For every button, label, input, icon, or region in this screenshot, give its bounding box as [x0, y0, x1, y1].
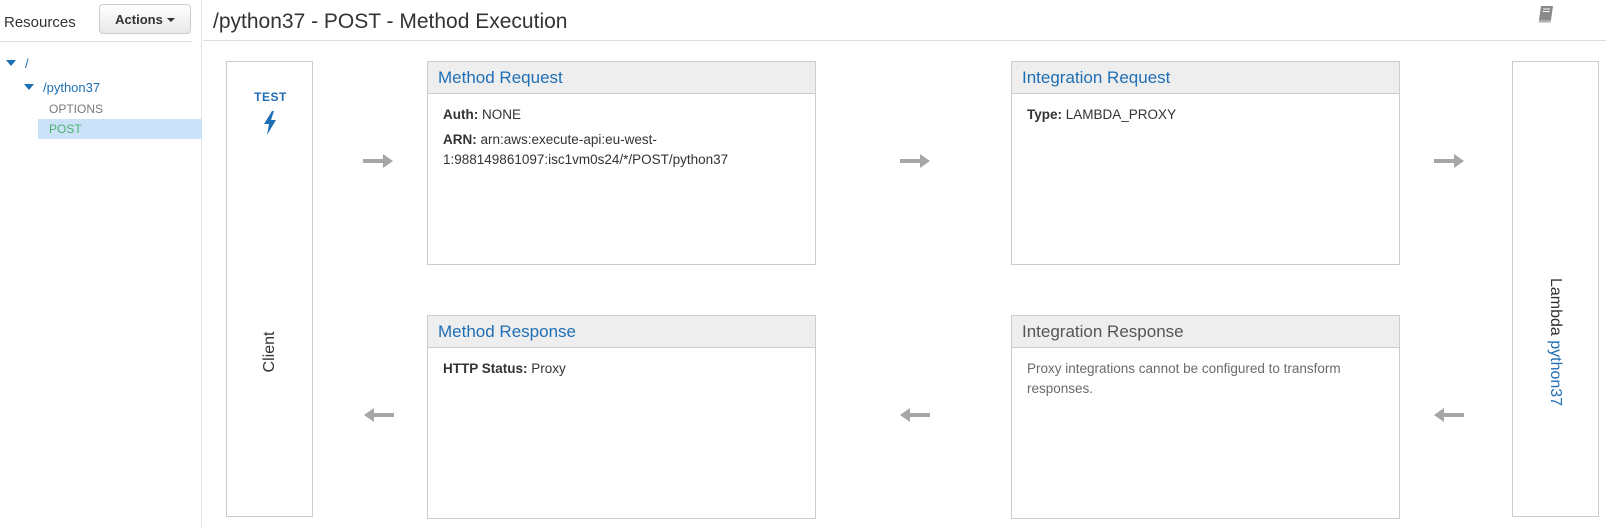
method-response-title[interactable]: Method Response [428, 316, 815, 348]
lambda-prefix: Lambda [1547, 277, 1564, 336]
client-panel: TEST Client [226, 61, 313, 517]
page-title: /python37 - POST - Method Execution [213, 10, 568, 33]
client-label: Client [261, 331, 278, 373]
integration-response-title: Integration Response [1012, 316, 1399, 348]
expand-triangle-icon[interactable] [24, 84, 34, 90]
arn-row: ARN: arn:aws:execute-api:eu-west-1:98814… [443, 130, 800, 170]
auth-row: Auth: NONE [443, 105, 800, 125]
tree-method-post[interactable]: POST [38, 119, 202, 139]
arrow-right-icon [363, 154, 393, 168]
http-status-key: HTTP Status: [443, 361, 528, 376]
method-response-panel: Method Response HTTP Status: Proxy [427, 315, 816, 519]
integration-response-panel: Integration Response Proxy integrations … [1011, 315, 1400, 519]
tree-item-root[interactable]: / [6, 53, 29, 73]
lambda-panel: Lambda python37 [1512, 61, 1599, 517]
arrow-right-icon [900, 154, 930, 168]
method-request-title[interactable]: Method Request [428, 62, 815, 94]
auth-value: NONE [482, 107, 522, 122]
expand-triangle-icon[interactable] [6, 60, 16, 66]
title-divider [203, 40, 1606, 41]
tree-item-root-label[interactable]: / [25, 56, 29, 71]
arn-value: arn:aws:execute-api:eu-west-1:9881498610… [443, 132, 729, 167]
arrow-left-icon [1434, 408, 1464, 422]
book-icon[interactable] [1536, 4, 1556, 24]
lambda-function-link[interactable]: python37 [1547, 340, 1564, 406]
test-button[interactable]: TEST [227, 90, 314, 104]
type-row: Type: LAMBDA_PROXY [1027, 105, 1384, 125]
type-value: LAMBDA_PROXY [1065, 107, 1177, 122]
method-request-panel: Method Request Auth: NONE ARN: arn:aws:e… [427, 61, 816, 265]
type-key: Type: [1027, 107, 1063, 122]
tree-item-python37[interactable]: /python37 [24, 77, 100, 97]
arrow-left-icon [364, 408, 394, 422]
auth-key: Auth: [443, 107, 479, 122]
resources-sidebar: Resources Actions / /python37 OPTIONS PO… [0, 0, 202, 527]
caret-down-icon [166, 18, 175, 22]
arn-key: ARN: [443, 132, 477, 147]
http-status-value: Proxy [531, 361, 566, 376]
lightning-bolt-icon[interactable] [259, 110, 281, 136]
arrow-left-icon [900, 408, 930, 422]
integration-request-panel: Integration Request Type: LAMBDA_PROXY [1011, 61, 1400, 265]
sidebar-header: Resources Actions [0, 0, 192, 42]
integration-request-title[interactable]: Integration Request [1012, 62, 1399, 94]
lambda-label: Lambda python37 [1546, 278, 1564, 406]
arrow-right-icon [1434, 154, 1464, 168]
actions-button[interactable]: Actions [99, 4, 191, 34]
http-status-row: HTTP Status: Proxy [443, 359, 800, 379]
tree-item-python37-label[interactable]: /python37 [43, 80, 100, 95]
tree-method-options[interactable]: OPTIONS [38, 99, 202, 119]
integration-response-note: Proxy integrations cannot be configured … [1027, 361, 1341, 396]
actions-label: Actions [115, 11, 163, 27]
sidebar-title: Resources [4, 14, 76, 31]
